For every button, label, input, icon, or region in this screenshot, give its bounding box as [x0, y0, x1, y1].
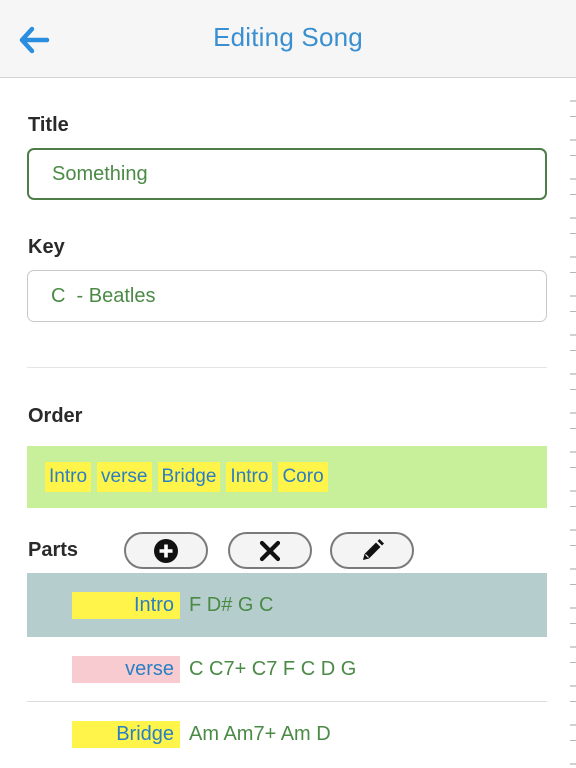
title-input[interactable]: Something	[27, 148, 547, 200]
part-row-intro[interactable]: Intro F D# G C	[27, 573, 547, 637]
x-icon	[259, 540, 281, 561]
edit-part-button[interactable]	[330, 532, 414, 569]
order-item[interactable]: Intro	[226, 462, 273, 492]
parts-label: Parts	[28, 539, 79, 561]
order-item[interactable]: Coro	[278, 462, 328, 492]
pencil-icon	[363, 538, 384, 560]
part-name: verse	[72, 655, 180, 683]
order-item[interactable]: Intro	[45, 462, 92, 492]
order-sequence[interactable]: Intro verse Bridge Intro Coro	[27, 446, 547, 508]
right-edge-strip	[570, 78, 576, 768]
order-item[interactable]: Bridge	[157, 462, 221, 492]
part-chords: C C7+ C7 F C D G	[189, 657, 357, 680]
nav-header: Editing Song	[0, 0, 576, 78]
part-name: Bridge	[72, 720, 180, 748]
order-item[interactable]: verse	[97, 462, 152, 492]
title-input-value: Something	[52, 162, 148, 185]
order-label: Order	[28, 405, 83, 427]
part-chords: Am Am7+ Am D	[189, 722, 331, 745]
editing-song-screen: Editing Song Title Something Key C - Bea…	[0, 0, 576, 768]
part-row-verse[interactable]: verse C C7+ C7 F C D G	[27, 637, 547, 701]
key-label: Key	[28, 236, 65, 258]
title-label: Title	[28, 114, 69, 136]
key-input-value: C - Beatles	[51, 284, 156, 307]
plus-circle-icon	[154, 538, 178, 563]
part-name: Intro	[72, 591, 180, 619]
part-row-bridge[interactable]: Bridge Am Am7+ Am D	[27, 702, 547, 766]
add-part-button[interactable]	[124, 532, 208, 569]
page-title: Editing Song	[213, 22, 363, 52]
key-input[interactable]: C - Beatles	[27, 270, 547, 322]
part-chords: F D# G C	[189, 593, 274, 616]
section-divider	[27, 367, 547, 368]
delete-part-button[interactable]	[228, 532, 312, 569]
